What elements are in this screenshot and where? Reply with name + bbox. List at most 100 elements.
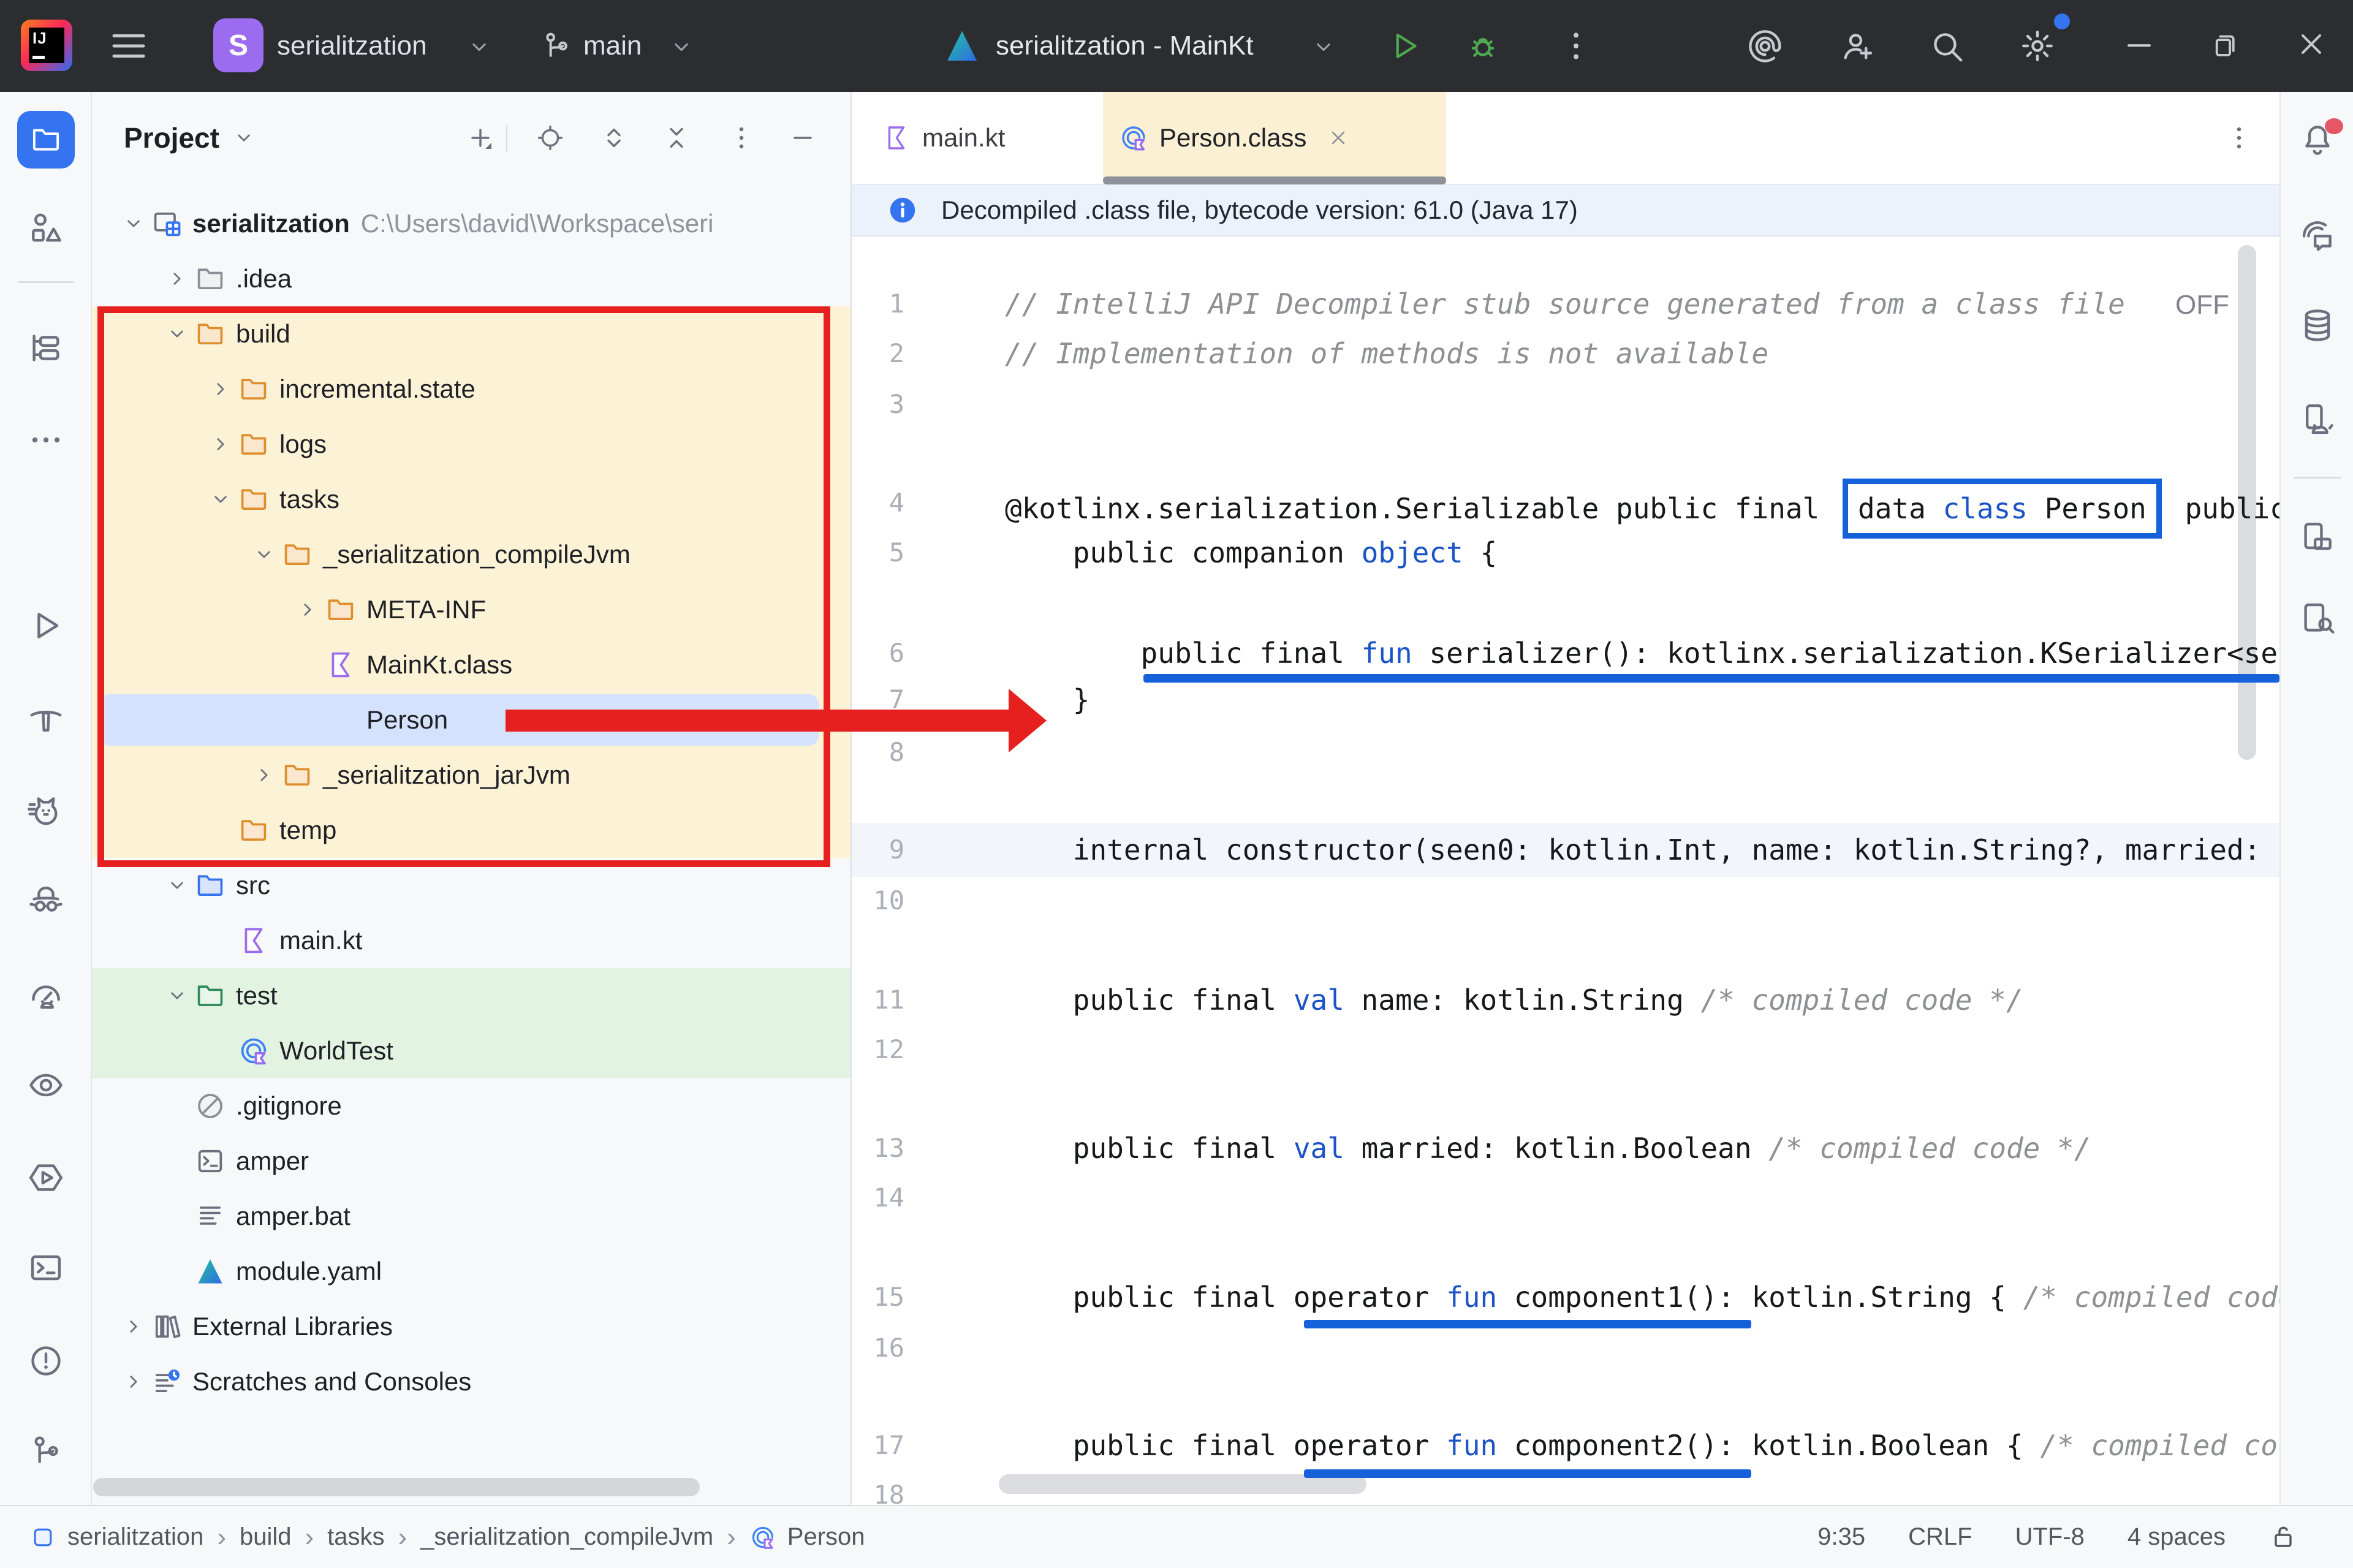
highlighting-off-label[interactable]: OFF [2175, 281, 2229, 330]
run-button[interactable] [1386, 28, 1423, 64]
run-config-chevron-icon[interactable] [1310, 34, 1337, 61]
project-horizontal-scrollbar[interactable] [93, 1478, 700, 1496]
status-encoding[interactable]: UTF-8 [2015, 1523, 2085, 1551]
close-window-button[interactable] [2294, 27, 2328, 61]
tree-item-test[interactable]: test [92, 968, 852, 1023]
tree-item-src[interactable]: src [92, 858, 852, 913]
line-number[interactable]: 6 [852, 629, 904, 678]
tree-chevron-right-icon[interactable] [251, 762, 278, 789]
branch-switcher-chevron-icon[interactable] [668, 34, 695, 61]
rail-item-device-search-icon[interactable] [2281, 599, 2353, 637]
breadcrumb-item--serialitzation-compilejvm[interactable]: _serialitzation_compileJvm [420, 1523, 713, 1551]
tree-item-main-kt[interactable]: main.kt [92, 913, 852, 968]
tree-item-amper-bat[interactable]: amper.bat [92, 1189, 852, 1244]
tree-chevron-down-icon[interactable] [164, 982, 191, 1009]
code-line-17[interactable]: public final operator fun component2(): … [1005, 1421, 2279, 1470]
tree-chevron-right-icon[interactable] [294, 596, 321, 623]
rail-item-terminal-icon[interactable] [0, 1249, 92, 1287]
code-line-5[interactable]: public companion object { [1005, 528, 1497, 577]
tree-chevron-right-icon[interactable] [120, 1313, 147, 1340]
project-rail-active-button[interactable] [17, 111, 75, 169]
intellij-logo-icon[interactable]: IJ [21, 20, 72, 71]
line-number[interactable]: 14 [852, 1173, 904, 1222]
tree-item-serialitzation[interactable]: serialitzationC:\Users\david\Workspace\s… [92, 196, 852, 251]
line-number[interactable]: 10 [852, 876, 904, 925]
run-configuration[interactable]: serialitzation - MainKt [996, 0, 1254, 92]
rail-item-device-droid-icon[interactable] [2281, 400, 2353, 438]
tree-item-mainkt-class[interactable]: MainKt.class [92, 637, 852, 692]
minimize-button[interactable] [2121, 27, 2157, 62]
rail-item-cat-plugin-icon[interactable] [0, 791, 92, 829]
breadcrumb-item-build[interactable]: build [240, 1523, 292, 1551]
code-line-11[interactable]: public final val name: kotlin.String /* … [1005, 975, 2023, 1025]
ai-assistant-icon[interactable] [1746, 27, 1784, 65]
rail-item-run-icon[interactable] [0, 607, 92, 645]
tree-item-incremental-state[interactable]: incremental.state [92, 362, 852, 417]
collapse-all-icon[interactable] [662, 123, 691, 156]
main-menu-icon[interactable] [107, 24, 151, 68]
rail-item-incognito-plugin-icon[interactable] [0, 882, 92, 920]
tree-chevron-right-icon[interactable] [120, 1368, 147, 1395]
tree-chevron-down-icon[interactable] [164, 872, 191, 899]
rail-item-build-icon[interactable] [0, 699, 92, 737]
tree-chevron-down-icon[interactable] [164, 320, 191, 347]
line-number[interactable]: 9 [852, 825, 904, 874]
rail-item-profiler-icon[interactable] [0, 976, 92, 1014]
lock-open-icon[interactable] [2268, 1522, 2298, 1551]
rail-item-services-icon[interactable] [0, 329, 92, 367]
tree-item-temp[interactable]: temp [92, 803, 852, 858]
rail-item-database-icon[interactable] [2281, 306, 2353, 344]
line-number[interactable]: 4 [852, 479, 904, 528]
line-number[interactable]: 16 [852, 1324, 904, 1373]
panel-options-icon[interactable] [727, 123, 756, 156]
project-switcher[interactable]: serialitzation [277, 0, 427, 92]
rail-item-problems-icon[interactable] [0, 1342, 92, 1380]
tree-item-tasks[interactable]: tasks [92, 472, 852, 527]
breadcrumb-item-serialitzation[interactable]: serialitzation [29, 1523, 203, 1551]
settings-gear-icon[interactable] [2018, 27, 2056, 65]
project-avatar[interactable]: S [213, 18, 263, 72]
rail-item-version-control-icon[interactable] [0, 1432, 92, 1470]
tree-item-build[interactable]: build [92, 306, 852, 362]
rail-item-more-icon[interactable] [0, 421, 92, 459]
tree-item--serialitzation-compilejvm[interactable]: _serialitzation_compileJvm [92, 527, 852, 582]
breadcrumb-item-person[interactable]: Person [749, 1523, 865, 1551]
tree-chevron-right-icon[interactable] [207, 431, 234, 458]
git-branch-icon[interactable] [539, 29, 574, 63]
line-number[interactable]: 18 [852, 1471, 904, 1505]
rail-item-preview-icon[interactable] [0, 1066, 92, 1104]
project-panel-title[interactable]: Project [124, 92, 256, 184]
line-number[interactable]: 13 [852, 1124, 904, 1173]
tree-item--idea[interactable]: .idea [92, 251, 852, 306]
rail-item-device-layers-icon[interactable] [2281, 518, 2353, 556]
line-number[interactable]: 15 [852, 1273, 904, 1322]
branch-switcher[interactable]: main [583, 0, 642, 92]
tree-item-logs[interactable]: logs [92, 417, 852, 472]
line-number[interactable]: 5 [852, 528, 904, 577]
select-opened-file-icon[interactable] [536, 123, 565, 156]
tree-chevron-down-icon[interactable] [120, 210, 147, 237]
tree-item--gitignore[interactable]: .gitignore [92, 1078, 852, 1134]
status-caret-position[interactable]: 9:35 [1817, 1523, 1865, 1551]
tree-item-meta-inf[interactable]: META-INF [92, 582, 852, 637]
project-switcher-chevron-icon[interactable] [466, 34, 493, 61]
editor-options-icon[interactable] [2224, 123, 2254, 156]
restore-window-button[interactable] [2207, 28, 2240, 61]
line-number[interactable]: 2 [852, 329, 904, 378]
tree-item-amper[interactable]: amper [92, 1134, 852, 1189]
tree-item-module-yaml[interactable]: module.yaml [92, 1244, 852, 1299]
tree-item--serialitzation-jarjvm[interactable]: _serialitzation_jarJvm [92, 748, 852, 803]
code-line-13[interactable]: public final val married: kotlin.Boolean… [1005, 1124, 2091, 1173]
code-line-15[interactable]: public final operator fun component1(): … [1005, 1273, 2279, 1322]
search-everywhere-icon[interactable] [1928, 27, 1966, 65]
code-line-7[interactable]: } [1005, 675, 1089, 724]
tree-chevron-right-icon[interactable] [207, 376, 234, 403]
rail-item-pipeline-icon[interactable] [0, 1159, 92, 1197]
code-line-2[interactable]: // Implementation of methods is not avai… [1005, 329, 1768, 378]
line-number[interactable]: 3 [852, 380, 904, 429]
close-tab-icon[interactable] [1327, 127, 1349, 149]
rail-item-project-icon[interactable] [0, 111, 92, 169]
code-line-1[interactable]: // IntelliJ API Decompiler stub source g… [1005, 279, 2125, 328]
status-line-ending[interactable]: CRLF [1908, 1523, 1972, 1551]
tree-chevron-right-icon[interactable] [164, 265, 191, 292]
